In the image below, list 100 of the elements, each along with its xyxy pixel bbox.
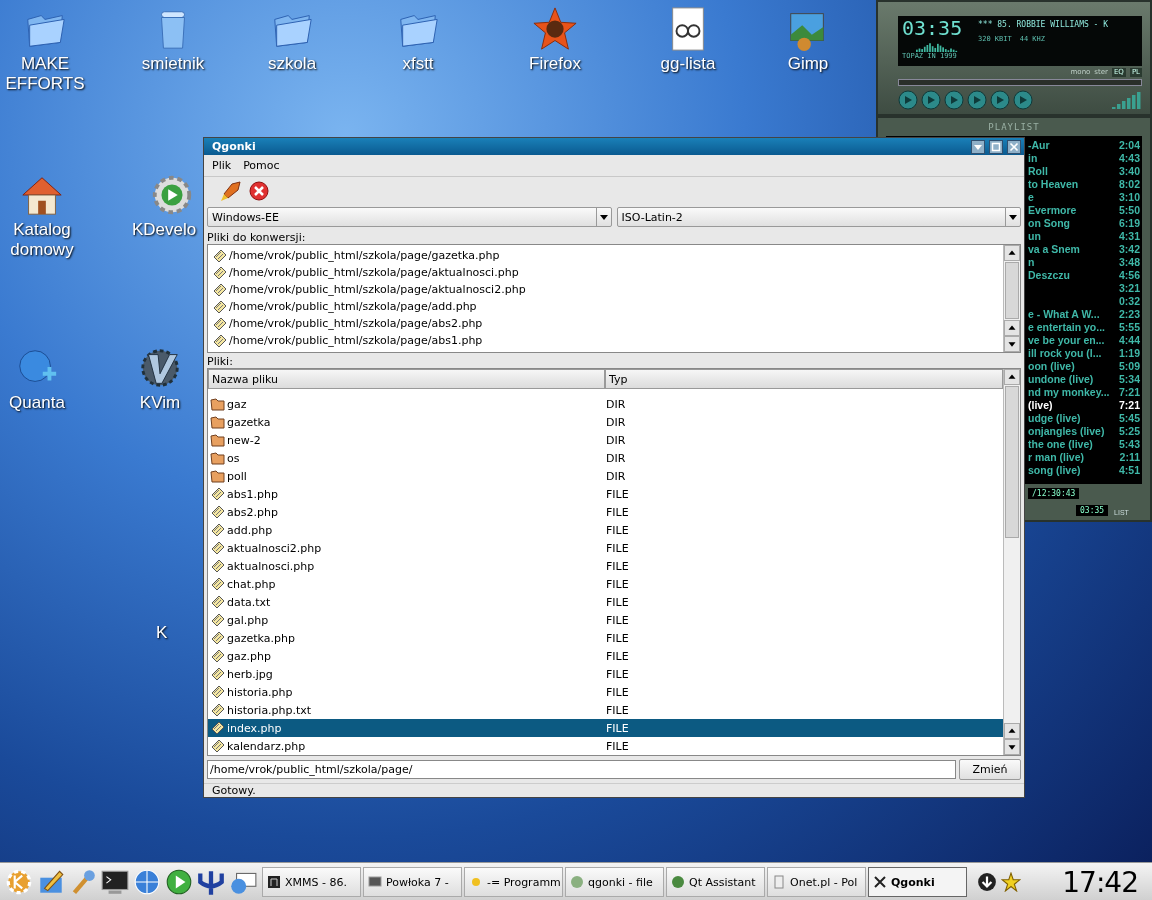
scroll-thumb[interactable] [1005, 262, 1019, 319]
queue-item[interactable]: /home/vrok/public_html/szkola/page/abs2.php [208, 315, 1003, 332]
taskbar-button[interactable]: Qgonki [868, 867, 967, 897]
playlist-entry[interactable]: (live) 7:21 [1028, 398, 1140, 411]
playlist-entry[interactable]: the one (live) 5:43 [1028, 437, 1140, 450]
scrollbar[interactable] [1003, 369, 1020, 755]
file-type-cell: DIR [605, 397, 626, 411]
menu-item[interactable]: Pomoc [238, 157, 285, 174]
taskbar-button[interactable]: Onet.pl - Pol [767, 867, 866, 897]
queue-item[interactable]: /home/vrok/public_html/szkola/page/add.php [208, 298, 1003, 315]
playlist-entry[interactable]: Evermore 5:50 [1028, 203, 1140, 216]
file-row[interactable]: kalendarz.php FILE [208, 737, 1003, 755]
file-icon [210, 522, 226, 538]
folder-icon [210, 396, 226, 412]
change-button[interactable]: Zmień [959, 759, 1021, 780]
playlist-entry[interactable]: e entertain yo... 5:55 [1028, 320, 1140, 333]
playlist-entry[interactable]: Deszczu 4:56 [1028, 268, 1140, 281]
scroll-up-icon[interactable] [1004, 723, 1020, 739]
menu-item[interactable]: Plik [207, 157, 237, 174]
playlist-entry[interactable]: va a Snem 3:42 [1028, 242, 1140, 255]
playlist-entry[interactable]: oon (live) 5:09 [1028, 359, 1140, 372]
taskbar-button[interactable]: -= Programm [464, 867, 563, 897]
play-icon[interactable] [921, 90, 941, 110]
file-row[interactable]: gazetka DIR [208, 413, 1003, 431]
volume-icon[interactable] [1112, 91, 1142, 109]
file-row[interactable]: aktualnosci.php FILE [208, 557, 1003, 575]
scroll-down-icon[interactable] [1004, 739, 1020, 755]
file-row[interactable]: historia.php FILE [208, 683, 1003, 701]
path-field[interactable]: /home/vrok/public_html/szkola/page/ [207, 760, 956, 779]
file-row[interactable]: gazetka.php FILE [208, 629, 1003, 647]
file-row[interactable]: herb.jpg FILE [208, 665, 1003, 683]
playlist-entry[interactable]: r man (live) 2:11 [1028, 450, 1140, 463]
playlist-entry[interactable]: ill rock you (l... 1:19 [1028, 346, 1140, 359]
playlist-entry[interactable]: on Song 6:19 [1028, 216, 1140, 229]
file-type-cell: DIR [605, 451, 626, 465]
file-type-cell: DIR [605, 415, 626, 429]
queue-item[interactable]: /home/vrok/public_html/szkola/page/aktualnosci.php [208, 264, 1003, 281]
file-row[interactable]: abs2.php FILE [208, 503, 1003, 521]
playlist-entry[interactable]: undone (live) 5:34 [1028, 372, 1140, 385]
scroll-up-icon[interactable] [1004, 245, 1020, 261]
file-name: historia.php [227, 685, 293, 699]
minimize-icon[interactable] [971, 139, 985, 154]
scrollbar[interactable] [1003, 245, 1020, 352]
file-row[interactable]: gaz.php FILE [208, 647, 1003, 665]
queue-item[interactable]: /home/vrok/public_html/szkola/page/abs1.php [208, 332, 1003, 349]
maximize-icon[interactable] [989, 139, 1003, 154]
playlist-entry[interactable]: n 3:48 [1028, 255, 1140, 268]
playlist-entry[interactable]: to Heaven 8:02 [1028, 177, 1140, 190]
queue-item[interactable]: /home/vrok/public_html/szkola/page/gazetka.php [208, 247, 1003, 264]
file-path: /home/vrok/public_html/szkola/page/abs1.php [229, 334, 483, 347]
file-row[interactable]: chat.php FILE [208, 575, 1003, 593]
taskbar-button[interactable]: Powłoka 7 - [363, 867, 462, 897]
playlist-entry[interactable]: -Aur 2:04 [1028, 138, 1140, 151]
file-row[interactable]: os DIR [208, 449, 1003, 467]
scroll-down-icon[interactable] [1004, 336, 1020, 352]
playlist-entry[interactable]: 3:21 [1028, 281, 1140, 294]
playlist-entry[interactable]: udge (live) 5:45 [1028, 411, 1140, 424]
playlist-entry[interactable]: e - What A W... 2:23 [1028, 307, 1140, 320]
scroll-up-icon[interactable] [1004, 369, 1020, 385]
playlist-entry[interactable]: nd my monkey... 7:21 [1028, 385, 1140, 398]
file-row[interactable]: index.php FILE [208, 719, 1003, 737]
column-header[interactable]: Typ [605, 369, 1003, 389]
playlist-entry[interactable]: onjangles (live) 5:25 [1028, 424, 1140, 437]
taskbar-button[interactable]: qgonki - file [565, 867, 664, 897]
file-row[interactable]: poll DIR [208, 467, 1003, 485]
file-row[interactable]: data.txt FILE [208, 593, 1003, 611]
file-row[interactable]: new-2 DIR [208, 431, 1003, 449]
taskbar-button[interactable]: XMMS - 86. [262, 867, 361, 897]
queue-item[interactable]: /home/vrok/public_html/szkola/page/aktualnosci2.php [208, 281, 1003, 298]
file-row[interactable]: abs1.php FILE [208, 485, 1003, 503]
file-type-cell: FILE [605, 577, 629, 591]
playlist-entry[interactable]: Roll 3:40 [1028, 164, 1140, 177]
file-path: /home/vrok/public_html/szkola/page/aktualnosci2.php [229, 283, 526, 296]
rocket-icon[interactable] [220, 180, 242, 202]
scroll-thumb[interactable] [1005, 386, 1019, 538]
column-header[interactable]: Nazwa pliku [208, 369, 605, 389]
playlist-entry[interactable]: ve be your en... 4:44 [1028, 333, 1140, 346]
file-icon [210, 684, 226, 700]
globe-icon[interactable] [132, 867, 162, 897]
star-icon[interactable] [1001, 872, 1021, 892]
star-icon[interactable] [532, 6, 578, 52]
seek-bar[interactable] [898, 79, 1142, 86]
playlist-entry[interactable]: song (live) 4:51 [1028, 463, 1140, 476]
download-icon[interactable] [977, 872, 997, 892]
playlist-entry[interactable]: in 4:43 [1028, 151, 1140, 164]
file-row[interactable]: gaz DIR [208, 395, 1003, 413]
close-icon[interactable] [1007, 139, 1021, 154]
target-encoding-dropdown[interactable]: ISO-Latin-2 [616, 207, 1021, 227]
scroll-up-icon[interactable] [1004, 320, 1020, 336]
source-encoding-dropdown[interactable]: Windows-EE [207, 207, 612, 227]
file-row[interactable]: historia.php.txt FILE [208, 701, 1003, 719]
file-row[interactable]: aktualnosci2.php FILE [208, 539, 1003, 557]
playlist-entry[interactable]: 0:32 [1028, 294, 1140, 307]
play-icon[interactable] [164, 867, 194, 897]
playlist-entry[interactable]: e 3:10 [1028, 190, 1140, 203]
playlist-entry[interactable]: un 4:31 [1028, 229, 1140, 242]
file-row[interactable]: gal.php FILE [208, 611, 1003, 629]
file-row[interactable]: add.php FILE [208, 521, 1003, 539]
taskbar-button[interactable]: Qt Assistant [666, 867, 765, 897]
icon-label: MAKE EFFORTS [4, 54, 86, 94]
